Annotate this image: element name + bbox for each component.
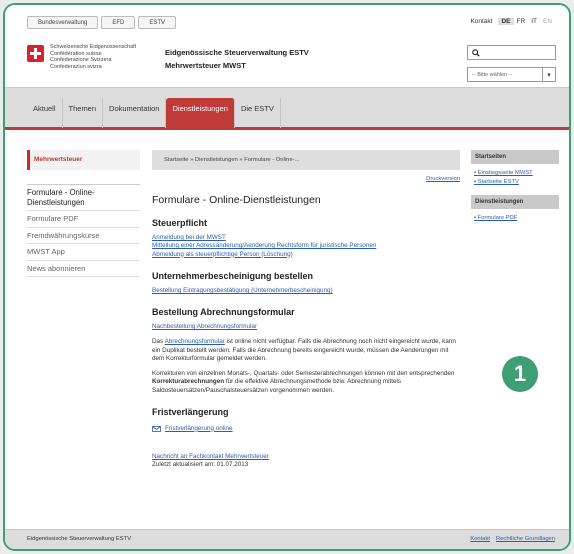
search-input[interactable]	[467, 45, 556, 60]
tab-aktuell[interactable]: Aktuell	[27, 98, 63, 128]
link-fachkontakt[interactable]: Nachricht an Fachkontakt Mehrwertsteuer	[152, 453, 460, 461]
box-title-dienstleistungen: Dienstleistungen	[471, 195, 559, 209]
conf-line-de: Schweizerische Eidgenossenschaft	[50, 44, 137, 50]
breadcrumb: Startseite » Dienstleistungen » Formular…	[152, 150, 460, 170]
link-abrechnungsformular[interactable]: Abrechnungsformular	[165, 338, 225, 345]
tab-dokumentation[interactable]: Dokumentation	[103, 98, 167, 128]
site-footer: Eidgenössische Steuerverwaltung ESTV Kon…	[5, 529, 569, 549]
left-sidebar: Mehrwertsteuer Formulare - Online-Dienst…	[27, 150, 140, 277]
lang-it[interactable]: IT	[528, 18, 540, 25]
conf-line-rm: Confederaziun svizra	[50, 63, 102, 70]
topnav-efd[interactable]: EFD	[101, 16, 136, 29]
footer-links: Kontakt Rechtliche Grundlagen	[470, 536, 555, 542]
site-header: Bundesverwaltung EFD ESTV Kontakt DE FR …	[5, 5, 569, 87]
link-nachbestellung[interactable]: Nachbestellung Abrechnungsformular	[152, 323, 460, 331]
topnav-bundesverwaltung[interactable]: Bundesverwaltung	[27, 16, 99, 29]
agency-title: Eidgenössische Steuerverwaltung ESTV	[165, 48, 309, 57]
step-number-badge: 1	[502, 356, 538, 392]
confederation-names: Schweizerische Eidgenossenschaft Confédé…	[50, 44, 136, 70]
link-fristverlaengerung[interactable]: Fristverlängerung online	[165, 425, 233, 433]
top-nav: Bundesverwaltung EFD ESTV	[27, 16, 179, 29]
sidebar-item-mwst-app[interactable]: MWST App	[27, 244, 140, 261]
envelope-icon	[152, 425, 161, 432]
frist-link-row: Fristverlängerung online	[152, 425, 460, 433]
section-title-frist: Fristverlängerung	[152, 406, 229, 417]
section-title-abrechnung: Bestellung Abrechnungsformular	[152, 307, 295, 318]
right-sidebar: Startseiten Einstiegsseite MWST Startsei…	[471, 150, 559, 231]
sidebar-item-news[interactable]: News abonnieren	[27, 261, 140, 277]
abrechnung-paragraph-2: Korrekturen von einzelnen Monats-, Quart…	[152, 370, 455, 394]
steuerpflicht-links: Anmeldung bei der MWST Mitteilung einer …	[152, 234, 460, 259]
tab-dienstleistungen[interactable]: Dienstleistungen	[166, 98, 235, 128]
box-title-startseiten: Startseiten	[471, 150, 559, 164]
tab-themen[interactable]: Themen	[63, 98, 104, 128]
unternehmer-links: Bestellung Eintragungsbestätigung (Unter…	[152, 287, 460, 295]
sidebar-item-fremdwaehrungskurse[interactable]: Fremdwährungskurse	[27, 228, 140, 244]
language-switcher: DE FR IT EN	[498, 18, 555, 25]
top-right-bar: Kontakt DE FR IT EN	[470, 18, 555, 25]
conf-line-fr: Confédération suisse	[50, 50, 102, 57]
main-nav: Aktuell Themen Dokumentation Dienstleist…	[5, 87, 569, 130]
link-anmeldung[interactable]: Anmeldung bei der MWST	[152, 234, 460, 242]
quick-select-value: -- Bitte wählen --	[472, 71, 513, 78]
page-content: Mehrwertsteuer Formulare - Online-Dienst…	[5, 130, 569, 533]
link-formulare-pdf[interactable]: Formulare PDF	[474, 214, 556, 223]
agency-name: Eidgenössische Steuerverwaltung ESTV Meh…	[165, 46, 309, 72]
page-title: Formulare - Online-Dienstleistungen	[152, 194, 321, 206]
sidebar-item-formulare-pdf[interactable]: Formulare PDF	[27, 211, 140, 228]
link-einstiegsseite-mwst[interactable]: Einstiegsseite MWST	[474, 169, 556, 178]
box-startseiten-links: Einstiegsseite MWST Startseite ESTV	[471, 164, 559, 195]
swiss-cross-logo	[27, 45, 44, 62]
conf-line-it: Confederazione Svizzera	[50, 57, 112, 64]
main-column: Startseite » Dienstleistungen » Formular…	[152, 150, 460, 469]
abrechnung-links: Nachbestellung Abrechnungsformular	[152, 323, 460, 331]
lang-de[interactable]: DE	[498, 18, 514, 25]
last-updated: Zuletzt aktualisiert am: 01.07.2013	[152, 461, 249, 469]
link-abmeldung[interactable]: Abmeldung als steuerpflichtige Person (L…	[152, 251, 460, 259]
sidebar-item-formulare-online[interactable]: Formulare - Online-Dienstleistungen	[27, 185, 140, 211]
footer-link-rechtliches[interactable]: Rechtliche Grundlagen	[496, 536, 555, 542]
box-dienstleistungen-links: Formulare PDF	[471, 209, 559, 231]
contact-link[interactable]: Kontakt	[470, 18, 492, 25]
footer-agency: Eidgenössische Steuerverwaltung ESTV	[27, 536, 132, 542]
link-startseite-estv[interactable]: Startseite ESTV	[474, 178, 556, 187]
sidebar-nav: Formulare - Online-Dienstleistungen Form…	[27, 184, 140, 277]
section-title-unternehmer: Unternehmerbescheinigung bestellen	[152, 270, 314, 281]
browser-frame: Bundesverwaltung EFD ESTV Kontakt DE FR …	[3, 3, 571, 551]
lang-en[interactable]: EN	[540, 18, 555, 25]
abrechnung-paragraph-1: Das Abrechnungsformular ist online nicht…	[152, 338, 456, 362]
print-link[interactable]: Druckversion	[152, 176, 460, 182]
footer-link-kontakt[interactable]: Kontakt	[470, 536, 490, 542]
quick-select[interactable]: -- Bitte wählen -- ▾	[467, 67, 556, 82]
chevron-down-icon[interactable]: ▾	[542, 68, 555, 81]
link-eintragungsbestaetigung[interactable]: Bestellung Eintragungsbestätigung (Unter…	[152, 287, 460, 295]
section-title-steuerpflicht: Steuerpflicht	[152, 218, 208, 228]
agency-subtitle: Mehrwertsteuer MWST	[165, 61, 246, 70]
topnav-estv[interactable]: ESTV	[138, 16, 177, 29]
tab-die-estv[interactable]: Die ESTV	[235, 98, 281, 128]
search-icon	[472, 48, 480, 57]
sidebar-title[interactable]: Mehrwertsteuer	[27, 150, 140, 170]
lang-fr[interactable]: FR	[514, 18, 529, 25]
link-adressaenderung[interactable]: Mitteilung einer Adressänderung/Aenderun…	[152, 242, 460, 250]
